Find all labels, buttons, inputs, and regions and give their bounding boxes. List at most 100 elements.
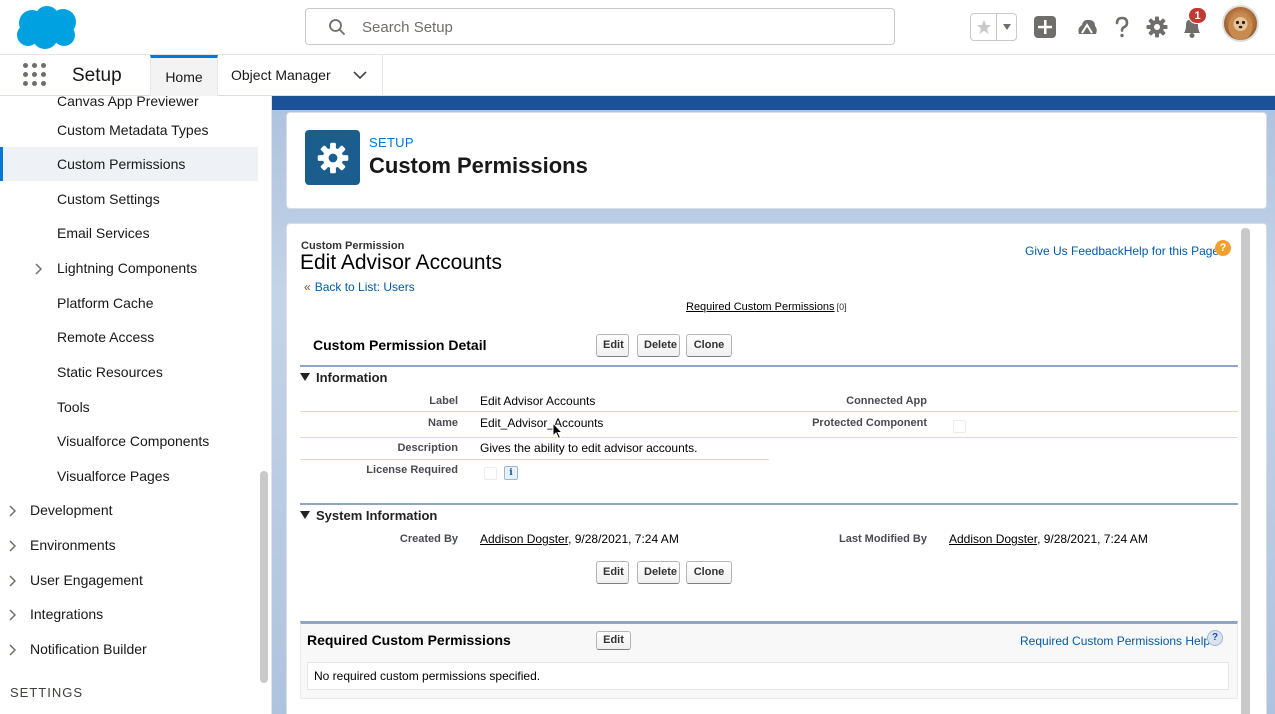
sidebar-item-label: User Engagement [30, 572, 143, 588]
created-by-user-link[interactable]: Addison Dogster [480, 532, 568, 546]
protected-component-checkbox [953, 420, 966, 433]
field-label-license-required: License Required [366, 464, 458, 476]
notification-count-badge: 1 [1188, 7, 1207, 24]
back-link-prefix: « [304, 280, 311, 294]
sidebar-item-label: Custom Permissions [57, 156, 186, 172]
field-label-label: Label [429, 395, 458, 407]
sidebar-item-tools[interactable]: Tools [0, 390, 258, 424]
dog-avatar-image [1228, 14, 1253, 40]
sidebar-item-development[interactable]: Development [0, 493, 258, 527]
app-launcher-button[interactable] [23, 63, 47, 87]
sidebar-item-label: Lightning Components [57, 260, 198, 276]
clone-button[interactable]: Clone [686, 334, 732, 357]
sidebar-item-lightning-components[interactable]: Lightning Components [0, 251, 258, 285]
sidebar-item-email-services[interactable]: Email Services [0, 216, 258, 250]
sidebar-item-visualforce-components[interactable]: Visualforce Components [0, 424, 258, 458]
edit-button[interactable]: Edit [596, 334, 629, 357]
information-section-header[interactable]: Information [300, 370, 388, 385]
sidebar-item-label: Custom Settings [57, 191, 160, 207]
sidebar-item-notification-builder[interactable]: Notification Builder [0, 632, 258, 666]
gear-icon [1146, 16, 1168, 38]
sidebar-item-label: Visualforce Pages [57, 468, 170, 484]
related-list-edit-button[interactable]: Edit [596, 631, 631, 650]
back-link-text: Back to List: Users [314, 280, 415, 294]
created-date: , 9/28/2021, 7:24 AM [568, 532, 679, 546]
field-label-connected-app: Connected App [846, 395, 927, 407]
tab-object-manager[interactable]: Object Manager [218, 55, 383, 96]
related-list-help-link[interactable]: Required Custom Permissions Help [1020, 634, 1210, 648]
star-icon [976, 20, 991, 34]
sidebar-item-label: Integrations [30, 606, 104, 622]
sidebar-item-platform-cache[interactable]: Platform Cache [0, 286, 258, 320]
help-button[interactable] [1109, 14, 1135, 40]
sidebar-item-integrations[interactable]: Integrations [0, 597, 258, 631]
search-input[interactable] [362, 16, 862, 38]
favorites-star-button[interactable] [971, 14, 997, 40]
content-scrollbar[interactable] [1241, 228, 1250, 714]
edit-button-bottom[interactable]: Edit [596, 561, 629, 584]
record-name: Edit Advisor Accounts [300, 251, 502, 274]
clone-button-bottom[interactable]: Clone [686, 561, 732, 584]
sidebar-item-label: Remote Access [57, 329, 155, 345]
required-custom-permissions-related-list: Required Custom Permissions Edit Require… [300, 621, 1238, 699]
back-to-list-link[interactable]: «Back to List: Users [304, 280, 415, 294]
trailhead-button[interactable] [1074, 14, 1100, 40]
chevron-right-icon[interactable] [8, 609, 16, 621]
sidebar-item-user-engagement[interactable]: User Engagement [0, 563, 258, 597]
give-feedback-link[interactable]: Give Us Feedback [1025, 244, 1124, 258]
related-list-count: [0] [836, 302, 847, 312]
header-links: Give Us FeedbackHelp for this Page [1025, 244, 1219, 258]
user-avatar[interactable] [1222, 5, 1259, 42]
delete-button-bottom[interactable]: Delete [637, 561, 680, 584]
main-content-area: SETUP Custom Permissions Custom Permissi… [272, 96, 1275, 714]
search-icon [329, 19, 345, 35]
field-label-last-modified-by: Last Modified By [838, 533, 927, 545]
chevron-right-icon[interactable] [8, 575, 16, 587]
tab-home[interactable]: Home [150, 55, 218, 96]
global-search[interactable] [305, 8, 895, 45]
related-list-title: Required Custom Permissions [307, 632, 511, 648]
chevron-right-icon[interactable] [34, 263, 42, 275]
chevron-right-icon[interactable] [8, 505, 16, 517]
info-icon[interactable]: i [504, 466, 518, 480]
row-divider [300, 411, 1238, 412]
delete-button[interactable]: Delete [637, 334, 680, 357]
related-list-empty-message: No required custom permissions specified… [307, 662, 1229, 690]
chevron-down-icon[interactable] [353, 70, 367, 80]
sidebar-item-remote-access[interactable]: Remote Access [0, 320, 258, 354]
help-icon[interactable]: ? [1215, 240, 1231, 256]
sidebar-item-label: Notification Builder [30, 641, 147, 657]
system-information-section-header[interactable]: System Information [300, 508, 437, 523]
page-eyebrow: SETUP [369, 135, 414, 150]
chevron-right-icon[interactable] [8, 644, 16, 656]
sidebar-item-label: Canvas App Previewer [57, 96, 199, 109]
chevron-right-icon[interactable] [8, 540, 16, 552]
setup-gear-button[interactable] [1144, 14, 1170, 40]
tab-object-manager-label: Object Manager [231, 67, 331, 83]
sidebar-item-custom-settings[interactable]: Custom Settings [0, 182, 258, 216]
help-for-page-link[interactable]: Help for this Page [1124, 244, 1219, 258]
field-label-created-by: Created By [399, 533, 458, 545]
sidebar-item-label: Environments [30, 537, 116, 553]
section-title: Information [316, 370, 388, 385]
field-value-label: Edit Advisor Accounts [480, 394, 596, 408]
salesforce-logo[interactable] [14, 5, 80, 50]
sidebar-item-label: Static Resources [57, 364, 163, 380]
sidebar-item-visualforce-pages[interactable]: Visualforce Pages [0, 459, 258, 493]
sidebar-item-static-resources[interactable]: Static Resources [0, 355, 258, 389]
sidebar-scrollbar[interactable] [260, 471, 268, 683]
related-list-hover-link[interactable]: Required Custom Permissions [0] [686, 301, 847, 313]
favorites-list-button[interactable] [997, 14, 1016, 40]
sidebar-item-custom-metadata-types[interactable]: Custom Metadata Types [0, 113, 258, 147]
section-divider [300, 503, 1238, 505]
mouse-cursor-icon [552, 422, 564, 440]
question-icon [1115, 16, 1129, 38]
sidebar-item-custom-permissions[interactable]: Custom Permissions [0, 147, 258, 181]
page-title: Custom Permissions [369, 153, 588, 178]
detail-block-title: Custom Permission Detail [313, 337, 487, 353]
sidebar-item-environments[interactable]: Environments [0, 528, 258, 562]
sidebar-item-label: Tools [57, 399, 90, 415]
question-icon[interactable]: ? [1207, 630, 1223, 646]
global-actions-button[interactable] [1032, 14, 1058, 40]
modified-by-user-link[interactable]: Addison Dogster [949, 532, 1037, 546]
